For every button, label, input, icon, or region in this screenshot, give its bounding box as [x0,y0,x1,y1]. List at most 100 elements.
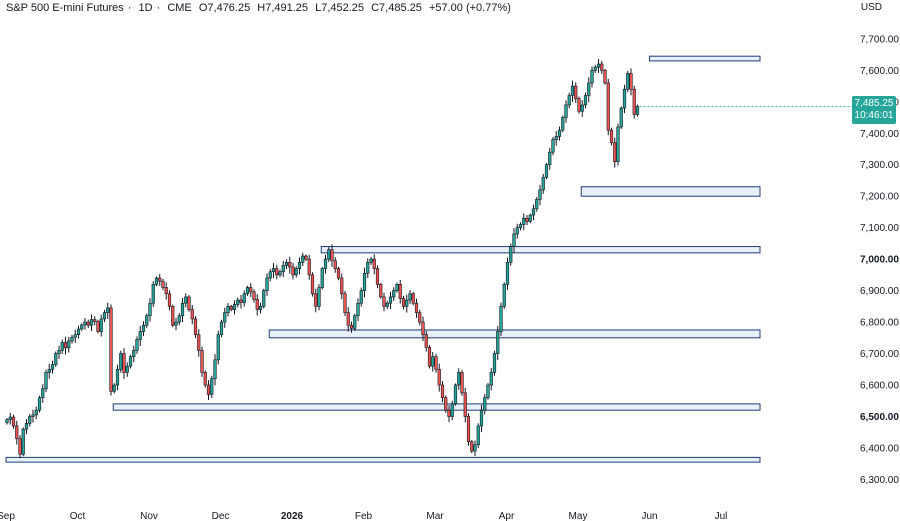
candle-body [473,444,477,452]
candle-body [34,409,38,416]
candle-body [505,261,510,285]
candle-body [96,321,100,332]
candle-body [515,227,519,235]
candle-body [314,293,318,307]
x-tick-label: 2026 [281,511,304,521]
candle-body [395,284,399,291]
candle-body [128,356,133,367]
candlestick-chart[interactable]: 6,300.00 6,400.00 6,500.00 6,600.00 6,700.00… [0,0,900,521]
candle-body [57,350,61,354]
y-tick-label: 7,700.00 [860,34,899,45]
candle-body [476,425,480,446]
candle-body [418,312,422,323]
candle-body [28,416,32,424]
candle-body [382,296,386,307]
y-tick-label: 6,500.00 [860,412,899,423]
candle-body [31,414,35,417]
candle-body [336,268,341,279]
candle-body [528,214,532,222]
candle-body [93,319,97,322]
zone-box [320,246,761,254]
candle-body [180,302,185,317]
candle-body [115,368,120,386]
last-price-value: 7,485.25 [854,98,894,110]
candle-body [375,268,380,285]
candle-body [232,304,237,310]
candle-body [171,306,175,326]
candle-body [522,217,526,225]
candle-body [333,260,337,269]
candle-body [340,277,344,295]
candle-body [405,299,409,307]
candle-body [184,296,188,304]
candle-body [492,353,497,373]
candle-body [483,397,487,411]
candle-body [466,416,471,442]
candle-body [151,284,155,304]
candle-body [21,428,25,455]
candle-body [616,126,620,162]
candle-body [5,419,9,424]
candle-body [265,277,269,291]
x-tick-label: Mar [426,511,444,521]
candle-body [271,268,276,273]
candle-body [193,318,198,335]
candle-body [447,409,451,417]
x-tick-label: Nov [140,511,158,521]
candle-body [268,271,272,279]
candle-body [106,307,110,313]
candle-body [70,336,74,342]
candle-body [450,403,454,417]
candle-body [580,104,584,112]
zone-box [268,329,761,339]
candle-body [158,277,162,282]
last-price-tag: 7,485.25 10:46:01 [852,96,896,125]
y-tick-label: 7,300.00 [860,160,899,171]
candle-body [460,372,464,394]
x-tick-label: Feb [355,511,373,521]
candle-body [440,384,445,398]
candle-body [434,356,438,370]
candle-body [213,359,217,380]
candle-body [330,249,334,262]
candle-body [349,324,354,329]
candle-body [518,224,523,228]
candle-body [89,319,94,326]
candle-body [362,273,367,291]
candle-body [392,290,396,298]
candle-body [346,312,350,326]
candle-body [67,340,71,349]
x-tick-label: Jul [715,511,728,521]
candle-body [411,293,415,304]
y-tick-label: 6,600.00 [860,381,899,392]
candle-body [187,296,191,310]
candle-body [8,416,12,420]
candle-body [327,249,331,260]
candle-body [427,346,432,367]
candle-body [154,277,159,285]
candle-body [502,284,506,307]
candle-body [294,268,298,276]
candle-body [369,258,373,263]
candle-body [236,299,240,305]
y-tick-label: 6,800.00 [860,318,899,329]
candle-body [190,309,194,320]
candle-body [216,334,220,361]
candle-body [200,350,204,373]
candle-body [632,88,636,115]
x-tick-label: Sep [0,511,15,521]
candle-body [249,287,253,293]
candle-body [275,268,279,276]
candle-body [525,217,529,222]
candle-body [258,306,263,310]
candle-body [424,334,428,348]
candle-body [596,63,601,68]
candle-body [44,372,48,390]
candle-body [141,324,146,332]
x-tick-label: May [569,511,588,521]
candle-body [119,353,123,370]
candle-body [486,384,490,398]
candle-body [353,315,357,329]
candle-body [531,208,536,216]
candle-body [548,151,552,166]
